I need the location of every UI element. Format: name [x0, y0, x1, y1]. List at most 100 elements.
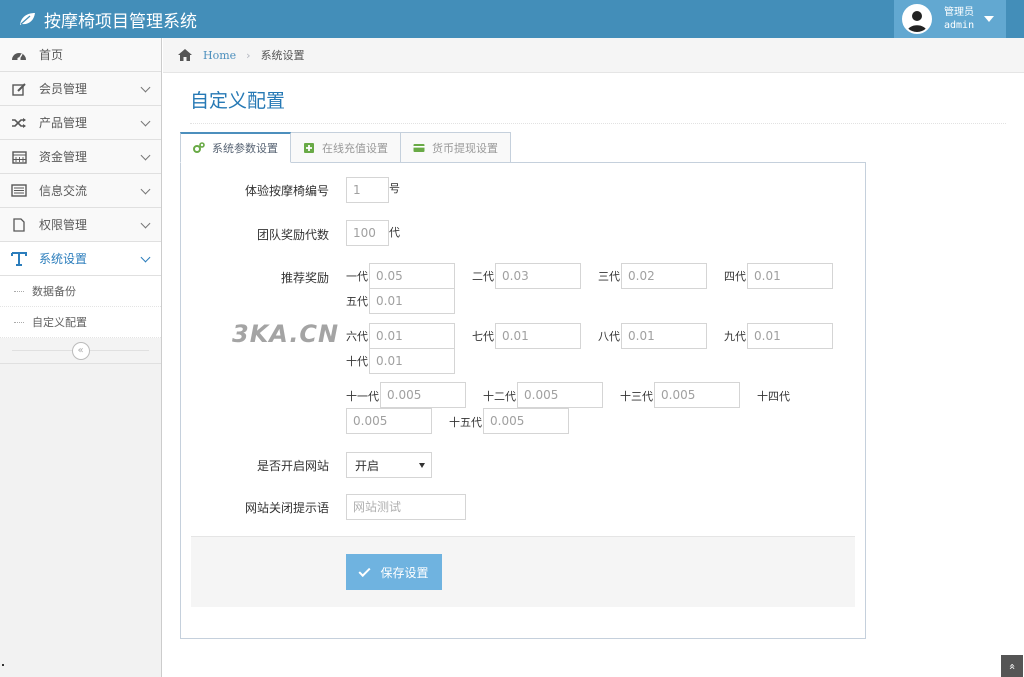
sidebar-item-label: 首页 [39, 48, 64, 62]
sidebar-item-system-settings[interactable]: 系统设置 [0, 242, 161, 276]
tab-pane-system-params: 体验按摩椅编号 号 团队奖励代数 代 推荐奖励 一代 二代 三代 四代 五代 六… [180, 162, 866, 639]
caret-down-icon [984, 16, 995, 22]
gen-14-label: 十四代 [757, 390, 790, 403]
gen-1-label: 一代 [346, 270, 368, 283]
cogs-icon [193, 142, 205, 153]
chevron-down-icon [140, 150, 151, 161]
team-levels-label: 团队奖励代数 [256, 228, 329, 242]
site-open-value: 开启 [355, 458, 380, 473]
double-chevron-up-icon: « [1005, 662, 1019, 670]
sidebar-item-permissions[interactable]: 权限管理 [0, 208, 161, 242]
sidebar-subitem-label: 自定义配置 [32, 316, 87, 329]
sidebar-item-products[interactable]: 产品管理 [0, 106, 161, 140]
tab-withdrawal[interactable]: 货币提现设置 [400, 132, 511, 163]
text-icon [10, 251, 28, 267]
gen-5-label: 五代 [346, 295, 368, 308]
gen-12-input[interactable] [517, 382, 603, 408]
close-msg-input[interactable] [346, 494, 466, 520]
gen-9-label: 九代 [724, 330, 746, 343]
gen-4-label: 四代 [724, 270, 746, 283]
save-button-label: 保存设置 [380, 565, 429, 580]
sidebar-item-messages[interactable]: 信息交流 [0, 174, 161, 208]
sidebar-subitem-label: 数据备份 [32, 285, 76, 298]
dashboard-icon [10, 47, 28, 63]
trial-chair-unit: 号 [389, 182, 400, 195]
save-settings-button[interactable]: 保存设置 [346, 554, 442, 590]
user-name: admin [944, 20, 975, 31]
gen-10-label: 十代 [346, 355, 368, 368]
gen-2-label: 二代 [472, 270, 494, 283]
plus-square-icon [304, 142, 314, 153]
edit-icon [10, 81, 28, 97]
gen-4-input[interactable] [747, 263, 833, 289]
user-menu[interactable]: 管理员 admin [894, 0, 1006, 38]
tab-label: 系统参数设置 [212, 142, 278, 155]
home-icon [178, 49, 192, 61]
sidebar-item-label: 会员管理 [39, 82, 88, 96]
breadcrumb-home-link[interactable]: Home [203, 49, 236, 62]
sidebar-item-label: 资金管理 [39, 150, 88, 164]
sidebar-item-label: 系统设置 [39, 252, 88, 266]
chevron-down-icon [140, 82, 151, 93]
gen-12-label: 十二代 [483, 390, 516, 403]
app-title: 按摩椅项目管理系统 [44, 11, 197, 32]
gen-14-input[interactable] [346, 408, 432, 434]
calendar-icon [10, 149, 28, 165]
user-icon [907, 11, 927, 32]
site-open-label: 是否开启网站 [256, 459, 329, 473]
tab-online-recharge[interactable]: 在线充值设置 [290, 132, 401, 163]
gen-3-input[interactable] [621, 263, 707, 289]
tab-label: 货币提现设置 [432, 141, 498, 155]
sidebar-item-members[interactable]: 会员管理 [0, 72, 161, 106]
gen-8-input[interactable] [621, 323, 707, 349]
user-role: 管理员 [944, 7, 974, 18]
brand[interactable]: 按摩椅项目管理系统 [18, 0, 197, 38]
stray-dot [2, 664, 4, 666]
user-info: 管理员 admin [944, 6, 974, 32]
gen-11-input[interactable] [380, 382, 466, 408]
team-levels-unit: 代 [389, 226, 400, 239]
check-icon [358, 564, 371, 577]
sidebar-item-label: 产品管理 [39, 116, 88, 130]
gen-6-label: 六代 [346, 330, 368, 343]
gen-6-input[interactable] [369, 323, 455, 349]
sidebar-item-home[interactable]: 首页 [0, 38, 161, 72]
form-actions: 保存设置 [191, 536, 855, 607]
credit-card-icon [413, 143, 425, 152]
sidebar-item-label: 权限管理 [39, 218, 88, 232]
trial-chair-input[interactable] [346, 177, 389, 203]
sidebar-subitem-custom-config[interactable]: 自定义配置 [0, 307, 161, 338]
gen-1-input[interactable] [369, 263, 455, 289]
sidebar-item-funds[interactable]: 资金管理 [0, 140, 161, 174]
chevron-down-icon [140, 252, 151, 263]
page-header: 自定义配置 [190, 86, 1006, 124]
double-chevron-left-icon[interactable]: « [71, 341, 90, 360]
gen-13-input[interactable] [654, 382, 740, 408]
gen-5-input[interactable] [369, 288, 455, 314]
scroll-top-button[interactable]: « [1001, 655, 1023, 677]
shuffle-icon [10, 115, 28, 131]
sidebar: 首页 会员管理 产品管理 资金管理 信息交流 权限管理 系统设置 数据备份 自定… [0, 38, 162, 677]
close-msg-label: 网站关闭提示语 [244, 501, 329, 515]
tab-system-params[interactable]: 系统参数设置 [180, 132, 291, 163]
gen-2-input[interactable] [495, 263, 581, 289]
top-navbar: 按摩椅项目管理系统 管理员 admin [0, 0, 1024, 38]
gen-8-label: 八代 [598, 330, 620, 343]
page-title: 自定义配置 [190, 90, 286, 112]
sidebar-item-label: 信息交流 [39, 184, 88, 198]
file-icon [10, 217, 28, 233]
breadcrumb: Home › 系统设置 [163, 38, 1024, 73]
gen-10-input[interactable] [369, 348, 455, 374]
chevron-down-icon [140, 184, 151, 195]
gen-11-label: 十一代 [346, 390, 379, 403]
chevron-down-icon [140, 116, 151, 127]
tab-label: 在线充值设置 [322, 141, 388, 155]
sidebar-subitem-backup[interactable]: 数据备份 [0, 276, 161, 307]
gen-15-label: 十五代 [449, 416, 482, 429]
gen-9-input[interactable] [747, 323, 833, 349]
gen-7-input[interactable] [495, 323, 581, 349]
caret-down-icon [419, 463, 425, 468]
team-levels-input[interactable] [346, 220, 389, 246]
site-open-select[interactable]: 开启 [346, 452, 432, 478]
gen-15-input[interactable] [483, 408, 569, 434]
